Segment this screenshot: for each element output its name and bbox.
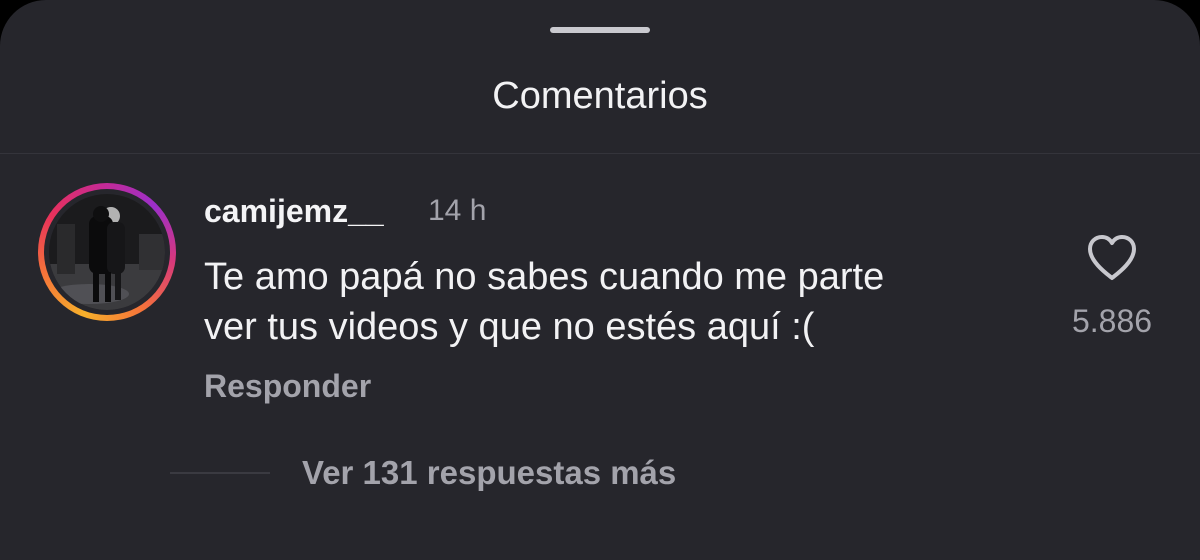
comment-text-line-1: Te amo papá no sabes cuando me parte <box>204 256 885 298</box>
drag-handle[interactable] <box>550 27 650 33</box>
comment-text-line-2: ver tus videos y que no estés aquí :( <box>204 306 815 348</box>
avatar[interactable] <box>49 194 165 310</box>
replies-divider-line <box>170 472 270 474</box>
comment-text: Te amo papá no sabes cuando me parte ver… <box>204 252 1044 352</box>
avatar-photo <box>49 194 165 310</box>
avatar-story-ring[interactable] <box>38 183 176 321</box>
reply-button[interactable]: Responder <box>204 366 371 406</box>
comments-sheet: Comentarios camijemz__ 14 h Te amo papá <box>0 0 1200 560</box>
heart-outline-icon[interactable] <box>1086 234 1138 282</box>
header-divider <box>0 153 1200 154</box>
sheet-title: Comentarios <box>492 75 708 117</box>
comment-username[interactable]: camijemz__ <box>204 192 384 230</box>
like-count: 5.886 <box>1071 303 1153 339</box>
view-replies-button[interactable]: Ver 131 respuestas más <box>302 452 676 494</box>
comment-timestamp: 14 h <box>428 194 487 227</box>
